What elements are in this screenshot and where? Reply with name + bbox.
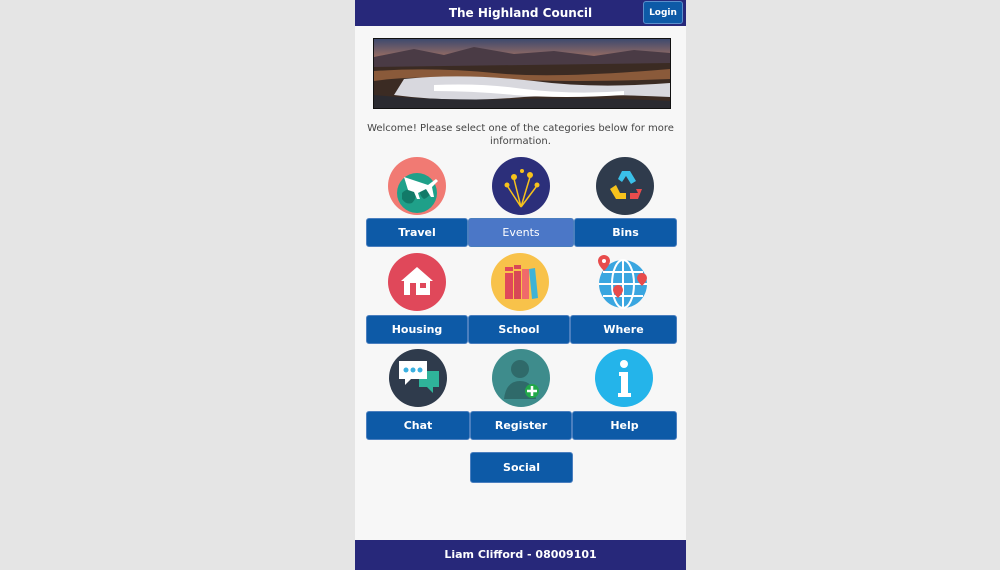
social-button[interactable]: Social: [470, 452, 573, 483]
bins-button[interactable]: Bins: [574, 218, 677, 247]
fireworks-icon[interactable]: [492, 157, 550, 215]
house-icon[interactable]: [388, 253, 446, 311]
footer-contact: Liam Clifford - 08009101: [355, 540, 686, 570]
top-bar: The Highland Council Login: [355, 0, 686, 26]
books-icon[interactable]: [491, 253, 549, 311]
register-button[interactable]: Register: [470, 411, 572, 440]
welcome-text: Welcome! Please select one of the catego…: [367, 123, 674, 147]
app-title: The Highland Council: [448, 6, 593, 20]
globe-pins-icon[interactable]: [594, 253, 652, 311]
help-button[interactable]: Help: [572, 411, 677, 440]
school-button[interactable]: School: [468, 315, 570, 344]
chat-button[interactable]: Chat: [366, 411, 470, 440]
recycle-icon[interactable]: [596, 157, 654, 215]
login-button[interactable]: Login: [643, 1, 683, 24]
user-add-icon[interactable]: [492, 349, 550, 407]
info-icon[interactable]: [595, 349, 653, 407]
plane-globe-icon[interactable]: [388, 157, 446, 215]
banner-image: [373, 38, 671, 109]
app-panel: The Highland Council Login Welcome! Plea…: [355, 0, 686, 570]
events-button[interactable]: Events: [468, 218, 574, 247]
chat-bubbles-icon[interactable]: [389, 349, 447, 407]
where-button[interactable]: Where: [570, 315, 677, 344]
housing-button[interactable]: Housing: [366, 315, 468, 344]
travel-button[interactable]: Travel: [366, 218, 468, 247]
